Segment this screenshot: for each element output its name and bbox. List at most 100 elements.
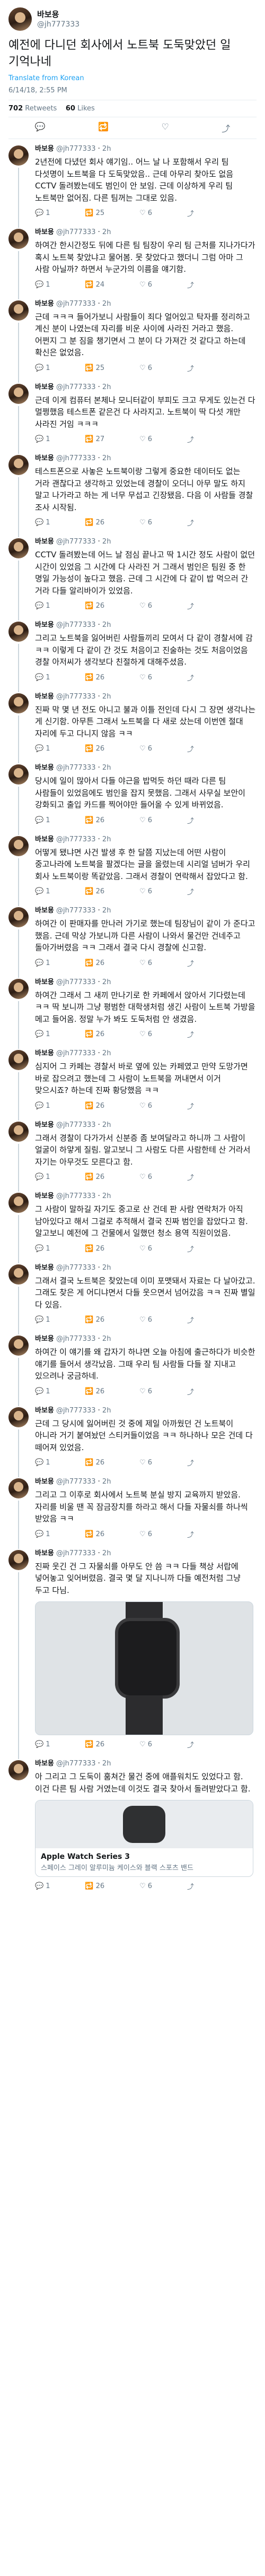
reply-display-name[interactable]: 바보용 [35, 693, 54, 701]
reply-time[interactable]: 2h [102, 228, 111, 236]
reply-time[interactable]: 2h [102, 1192, 111, 1200]
reply-tweet[interactable]: 바보용 @jh777333 · 2h 아 그리고 그 도둑이 훔쳐간 물건 중에 … [0, 1754, 265, 1896]
reply-button[interactable]: 💬 1 [35, 815, 50, 825]
reply-tweet[interactable]: 바보용 @jh777333 · 2h 하여간 그래서 그 새끼 만나기로 한 카페… [0, 972, 265, 1049]
like-button[interactable]: ♡ 6 [139, 1244, 152, 1254]
reply-button[interactable]: 💬 1 [35, 1101, 50, 1111]
reply-handle[interactable]: @jh777333 [56, 1049, 95, 1057]
avatar[interactable] [8, 1336, 29, 1356]
avatar[interactable] [8, 383, 29, 404]
reply-button[interactable]: 💬 1 [35, 1244, 50, 1254]
retweet-button[interactable]: 🔁 26 [85, 744, 104, 754]
link-card[interactable]: Apple Watch Series 3 스페이스 그레이 알루미늄 케이스와 블… [35, 1800, 253, 1877]
reply-display-name[interactable]: 바보용 [35, 621, 54, 629]
reply-display-name[interactable]: 바보용 [35, 764, 54, 772]
reply-handle[interactable]: @jh777333 [56, 1264, 95, 1272]
reply-handle[interactable]: @jh777333 [56, 764, 95, 772]
likes-label[interactable]: Likes [77, 105, 95, 113]
share-button[interactable]: ⤴ [187, 1386, 194, 1397]
reply-tweet[interactable]: 바보용 @jh777333 · 2h 하여간 한시간정도 뒤에 다른 팀 팀장이 … [0, 222, 265, 299]
reply-button[interactable]: 💬 1 [35, 1386, 50, 1397]
share-button[interactable]: ⤴ [187, 208, 194, 218]
share-button[interactable]: ⤴ [187, 815, 194, 825]
reply-handle[interactable]: @jh777333 [56, 1121, 95, 1129]
reply-tweet[interactable]: 바보용 @jh777333 · 2h 테스트폰으로 사놓은 노트북이랑 그렇게 중… [0, 449, 265, 537]
reply-handle[interactable]: @jh777333 [56, 1760, 95, 1768]
share-button[interactable]: ⤴ [187, 673, 194, 683]
reply-time[interactable]: 2h [102, 383, 111, 391]
retweet-button[interactable]: 🔁 24 [85, 280, 104, 290]
like-button[interactable]: ♡ 6 [139, 1386, 152, 1397]
like-count[interactable]: 60 [66, 105, 75, 113]
reply-button[interactable]: 💬 1 [35, 1739, 50, 1750]
reply-display-name[interactable]: 바보용 [35, 228, 54, 236]
retweet-icon[interactable]: 🔁 [98, 122, 109, 134]
reply-tweet[interactable]: 바보용 @jh777333 · 2h 근데 이게 컴퓨터 본체나 모니터같이 부피… [0, 377, 265, 454]
like-button[interactable]: ♡ 6 [139, 601, 152, 611]
reply-handle[interactable]: @jh777333 [56, 1407, 95, 1415]
reply-time[interactable]: 2h [102, 1049, 111, 1057]
reply-button[interactable]: 💬 1 [35, 744, 50, 754]
reply-tweet[interactable]: 바보용 @jh777333 · 2h 그래서 경찰이 다가가서 신분증 좀 보여달… [0, 1115, 265, 1192]
retweet-button[interactable]: 🔁 26 [85, 601, 104, 611]
reply-tweet[interactable]: 바보용 @jh777333 · 2h 2년전에 다녔던 회사 얘기임.. 어느 날… [0, 139, 265, 228]
retweet-button[interactable]: 🔁 26 [85, 1172, 104, 1182]
reply-handle[interactable]: @jh777333 [56, 383, 95, 391]
reply-display-name[interactable]: 바보용 [35, 1407, 54, 1415]
retweet-button[interactable]: 🔁 26 [85, 886, 104, 897]
reply-display-name[interactable]: 바보용 [35, 1264, 54, 1272]
reply-button[interactable]: 💬 1 [35, 958, 50, 968]
avatar[interactable] [8, 1050, 29, 1070]
reply-handle[interactable]: @jh777333 [56, 1335, 95, 1343]
reply-display-name[interactable]: 바보용 [35, 907, 54, 915]
retweet-button[interactable]: 🔁 26 [85, 1458, 104, 1468]
reply-time[interactable]: 2h [102, 764, 111, 772]
retweet-button[interactable]: 🔁 26 [85, 1101, 104, 1111]
reply-tweet[interactable]: 바보용 @jh777333 · 2h 그래서 결국 노트북은 찾았는데 이미 포맷… [0, 1258, 265, 1334]
reply-display-name[interactable]: 바보용 [35, 383, 54, 391]
reply-handle[interactable]: @jh777333 [56, 228, 95, 236]
share-button[interactable]: ⤴ [187, 1881, 194, 1891]
reply-handle[interactable]: @jh777333 [56, 621, 95, 629]
avatar[interactable] [8, 1121, 29, 1142]
reply-time[interactable]: 2h [102, 145, 111, 153]
share-button[interactable]: ⤴ [187, 1029, 194, 1039]
like-button[interactable]: ♡ 6 [139, 280, 152, 290]
like-button[interactable]: ♡ 6 [139, 1315, 152, 1325]
reply-tweet[interactable]: 바보용 @jh777333 · 2h 그리고 노트북을 잃어버린 사람들끼리 모여… [0, 615, 265, 692]
retweet-button[interactable]: 🔁 26 [85, 1386, 104, 1397]
retweet-count[interactable]: 702 [8, 105, 23, 113]
reply-tweet[interactable]: 바보용 @jh777333 · 2h 근데 그 당시에 잃어버린 것 중에 제일 … [0, 1401, 265, 1477]
reply-handle[interactable]: @jh777333 [56, 1478, 95, 1486]
reply-time[interactable]: 2h [102, 693, 111, 701]
reply-button[interactable]: 💬 1 [35, 280, 50, 290]
reply-display-name[interactable]: 바보용 [35, 145, 54, 153]
reply-time[interactable]: 2h [102, 1478, 111, 1486]
share-icon[interactable]: ⤴ [222, 122, 230, 134]
avatar[interactable] [8, 1264, 29, 1285]
reply-time[interactable]: 2h [102, 1549, 111, 1557]
timestamp[interactable]: 6/14/18, 2:55 PM [8, 87, 257, 94]
reply-button[interactable]: 💬 1 [35, 1881, 50, 1891]
retweet-button[interactable]: 🔁 26 [85, 673, 104, 683]
avatar[interactable] [8, 300, 29, 321]
reply-display-name[interactable]: 바보용 [35, 538, 54, 546]
share-button[interactable]: ⤴ [187, 958, 194, 968]
reply-tweet[interactable]: 바보용 @jh777333 · 2h 하여간 이 판매자를 만나러 가기로 했는데… [0, 901, 265, 978]
like-button[interactable]: ♡ 6 [139, 1458, 152, 1468]
reply-handle[interactable]: @jh777333 [56, 300, 95, 308]
avatar[interactable] [8, 764, 29, 785]
share-button[interactable]: ⤴ [187, 1172, 194, 1182]
translate-link[interactable]: Translate from Korean [8, 74, 257, 82]
reply-button[interactable]: 💬 1 [35, 673, 50, 683]
reply-tweet[interactable]: 바보용 @jh777333 · 2h 진짜 웃긴 건 그 자물쇠를 아무도 안 씀… [0, 1544, 265, 1759]
reply-handle[interactable]: @jh777333 [56, 454, 95, 462]
like-button[interactable]: ♡ 6 [139, 815, 152, 825]
reply-display-name[interactable]: 바보용 [35, 1478, 54, 1486]
avatar[interactable] [8, 1193, 29, 1213]
reply-time[interactable]: 2h [102, 1335, 111, 1343]
avatar[interactable] [8, 1478, 29, 1498]
retweet-button[interactable]: 🔁 26 [85, 1029, 104, 1039]
retweet-button[interactable]: 🔁 26 [85, 1244, 104, 1254]
reply-handle[interactable]: @jh777333 [56, 538, 95, 546]
